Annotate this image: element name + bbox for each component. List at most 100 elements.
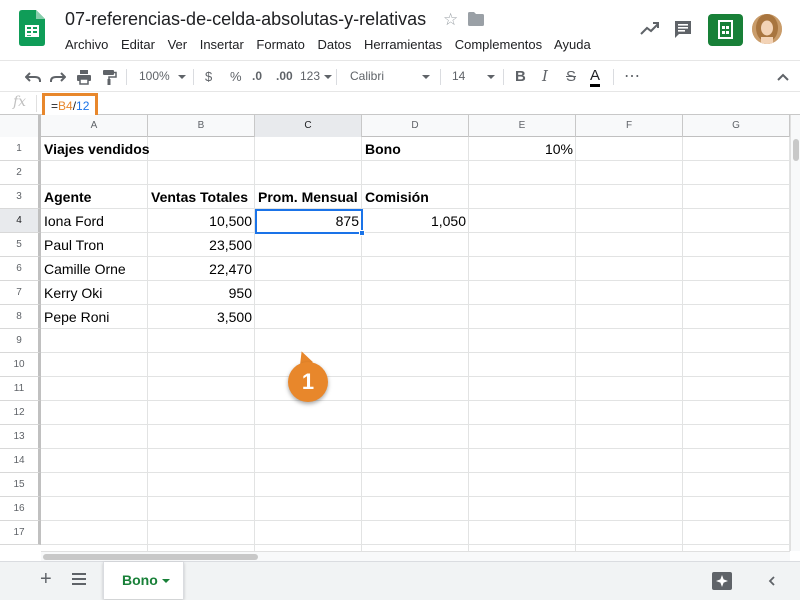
cell-b7[interactable]: 950 bbox=[148, 281, 255, 305]
more-formats-select[interactable]: 123 bbox=[300, 61, 333, 92]
chevron-up-icon[interactable] bbox=[775, 69, 791, 85]
trending-icon[interactable] bbox=[639, 19, 661, 37]
cell-a8[interactable]: Pepe Roni bbox=[41, 305, 148, 329]
cell-b6[interactable]: 22,470 bbox=[148, 257, 255, 281]
decrease-decimals-button[interactable]: .0 bbox=[252, 61, 262, 92]
cell-e1[interactable]: 10% bbox=[469, 137, 576, 161]
column-header-d[interactable]: D bbox=[362, 115, 469, 137]
zoom-select[interactable]: 100% bbox=[139, 61, 186, 92]
spreadsheet-grid[interactable]: ABCDEFG 1 2 3 4 5 6 7 8 9 10 11 12 13 14 15 16 17 Viajes… bbox=[0, 115, 800, 551]
row-header-13[interactable]: 13 bbox=[0, 425, 41, 449]
row-header-15[interactable]: 15 bbox=[0, 473, 41, 497]
vertical-scroll-thumb[interactable] bbox=[793, 139, 799, 161]
more-options-button[interactable]: ⋯ bbox=[624, 61, 640, 92]
cell-b5[interactable]: 23,500 bbox=[148, 233, 255, 257]
cell-b3[interactable]: Ventas Totales bbox=[148, 185, 255, 209]
menu-herramientas[interactable]: Herramientas bbox=[364, 37, 442, 52]
fx-icon: fx bbox=[13, 94, 27, 110]
folder-icon[interactable] bbox=[468, 12, 484, 26]
row-header-8[interactable]: 8 bbox=[0, 305, 41, 329]
toolbar: 100% $ % .0 .00 123 Calibri 14 B I S A ⋯ bbox=[0, 60, 800, 92]
italic-button[interactable]: I bbox=[542, 61, 548, 92]
menu-editar[interactable]: Editar bbox=[121, 37, 155, 52]
star-icon[interactable]: ☆ bbox=[443, 10, 458, 30]
bold-button[interactable]: B bbox=[515, 61, 526, 92]
cell-a3[interactable]: Agente bbox=[41, 185, 148, 209]
column-header-e[interactable]: E bbox=[469, 115, 576, 137]
menu-formato[interactable]: Formato bbox=[256, 37, 304, 52]
font-value: Calibri bbox=[350, 69, 385, 83]
row-header-9[interactable]: 9 bbox=[0, 329, 41, 353]
column-header-f[interactable]: F bbox=[576, 115, 683, 137]
cell-a7[interactable]: Kerry Oki bbox=[41, 281, 148, 305]
paint-format-icon[interactable] bbox=[101, 69, 117, 85]
row-header-1[interactable]: 1 bbox=[0, 137, 41, 161]
menu-complementos[interactable]: Complementos bbox=[455, 37, 542, 52]
gridline-horizontal bbox=[41, 400, 790, 401]
cell-area[interactable]: Viajes vendidos Bono 10% Agente Ventas Total… bbox=[41, 137, 790, 551]
undo-icon[interactable] bbox=[25, 69, 41, 85]
row-header-16[interactable]: 16 bbox=[0, 497, 41, 521]
text-color-button[interactable]: A bbox=[590, 65, 601, 87]
row-header-17[interactable]: 17 bbox=[0, 521, 41, 545]
cell-d4[interactable]: 1,050 bbox=[362, 209, 469, 233]
chevron-down-icon[interactable] bbox=[162, 579, 170, 583]
document-title[interactable]: 07-referencias-de-celda-absolutas-y-rela… bbox=[65, 9, 426, 30]
row-header-3[interactable]: 3 bbox=[0, 185, 41, 209]
cell-d3[interactable]: Comisión bbox=[362, 185, 469, 209]
user-avatar[interactable] bbox=[752, 14, 782, 44]
column-header-g[interactable]: G bbox=[683, 115, 790, 137]
column-header-b[interactable]: B bbox=[148, 115, 255, 137]
add-sheet-button[interactable]: + bbox=[40, 569, 52, 589]
cell-d1[interactable]: Bono bbox=[362, 137, 469, 161]
all-sheets-list-icon[interactable] bbox=[72, 573, 86, 585]
cell-a1[interactable]: Viajes vendidos bbox=[41, 137, 150, 161]
print-icon[interactable] bbox=[76, 69, 92, 85]
select-all-corner[interactable] bbox=[0, 115, 41, 137]
row-header-12[interactable]: 12 bbox=[0, 401, 41, 425]
row-header-4[interactable]: 4 bbox=[0, 209, 41, 233]
sheets-logo-icon[interactable] bbox=[19, 10, 45, 46]
cell-b4[interactable]: 10,500 bbox=[148, 209, 255, 233]
row-header-7[interactable]: 7 bbox=[0, 281, 41, 305]
font-select[interactable]: Calibri bbox=[350, 61, 432, 92]
explore-icon[interactable] bbox=[712, 572, 732, 590]
cell-a6[interactable]: Camille Orne bbox=[41, 257, 148, 281]
horizontal-scroll-thumb[interactable] bbox=[43, 554, 258, 560]
vertical-scrollbar[interactable] bbox=[790, 115, 800, 551]
formula-bar: fx =B4/12 bbox=[0, 92, 800, 120]
font-size-select[interactable]: 14 bbox=[452, 61, 496, 92]
column-header-c[interactable]: C bbox=[255, 115, 362, 137]
horizontal-scrollbar[interactable] bbox=[41, 551, 790, 561]
formula-equals: = bbox=[51, 99, 59, 113]
menu-datos[interactable]: Datos bbox=[317, 37, 351, 52]
row-header-11[interactable]: 11 bbox=[0, 377, 41, 401]
percent-format-button[interactable]: % bbox=[230, 61, 242, 92]
formula-divider bbox=[36, 95, 37, 112]
cell-a4[interactable]: Iona Ford bbox=[41, 209, 148, 233]
menu-archivo[interactable]: Archivo bbox=[65, 37, 108, 52]
chevron-left-icon[interactable] bbox=[766, 575, 778, 587]
row-header-2[interactable]: 2 bbox=[0, 161, 41, 185]
fill-handle[interactable] bbox=[359, 230, 365, 236]
menu-ayuda[interactable]: Ayuda bbox=[554, 37, 591, 52]
comment-icon[interactable] bbox=[673, 19, 693, 39]
toolbar-divider bbox=[440, 69, 441, 85]
menu-ver[interactable]: Ver bbox=[168, 37, 188, 52]
cell-b8[interactable]: 3,500 bbox=[148, 305, 255, 329]
cell-a5[interactable]: Paul Tron bbox=[41, 233, 148, 257]
share-button[interactable] bbox=[708, 14, 743, 46]
row-header-14[interactable]: 14 bbox=[0, 449, 41, 473]
redo-icon[interactable] bbox=[50, 69, 66, 85]
row-header-5[interactable]: 5 bbox=[0, 233, 41, 257]
row-header-6[interactable]: 6 bbox=[0, 257, 41, 281]
row-header-10[interactable]: 10 bbox=[0, 353, 41, 377]
sheet-tab-bono[interactable]: Bono bbox=[103, 562, 184, 599]
column-header-a[interactable]: A bbox=[41, 115, 148, 137]
cell-c3[interactable]: Prom. Mensual bbox=[255, 185, 362, 209]
currency-format-button[interactable]: $ bbox=[205, 61, 212, 92]
strikethrough-button[interactable]: S bbox=[566, 61, 576, 92]
gridline-horizontal bbox=[41, 544, 790, 545]
menu-insertar[interactable]: Insertar bbox=[200, 37, 244, 52]
increase-decimals-button[interactable]: .00 bbox=[276, 61, 293, 92]
